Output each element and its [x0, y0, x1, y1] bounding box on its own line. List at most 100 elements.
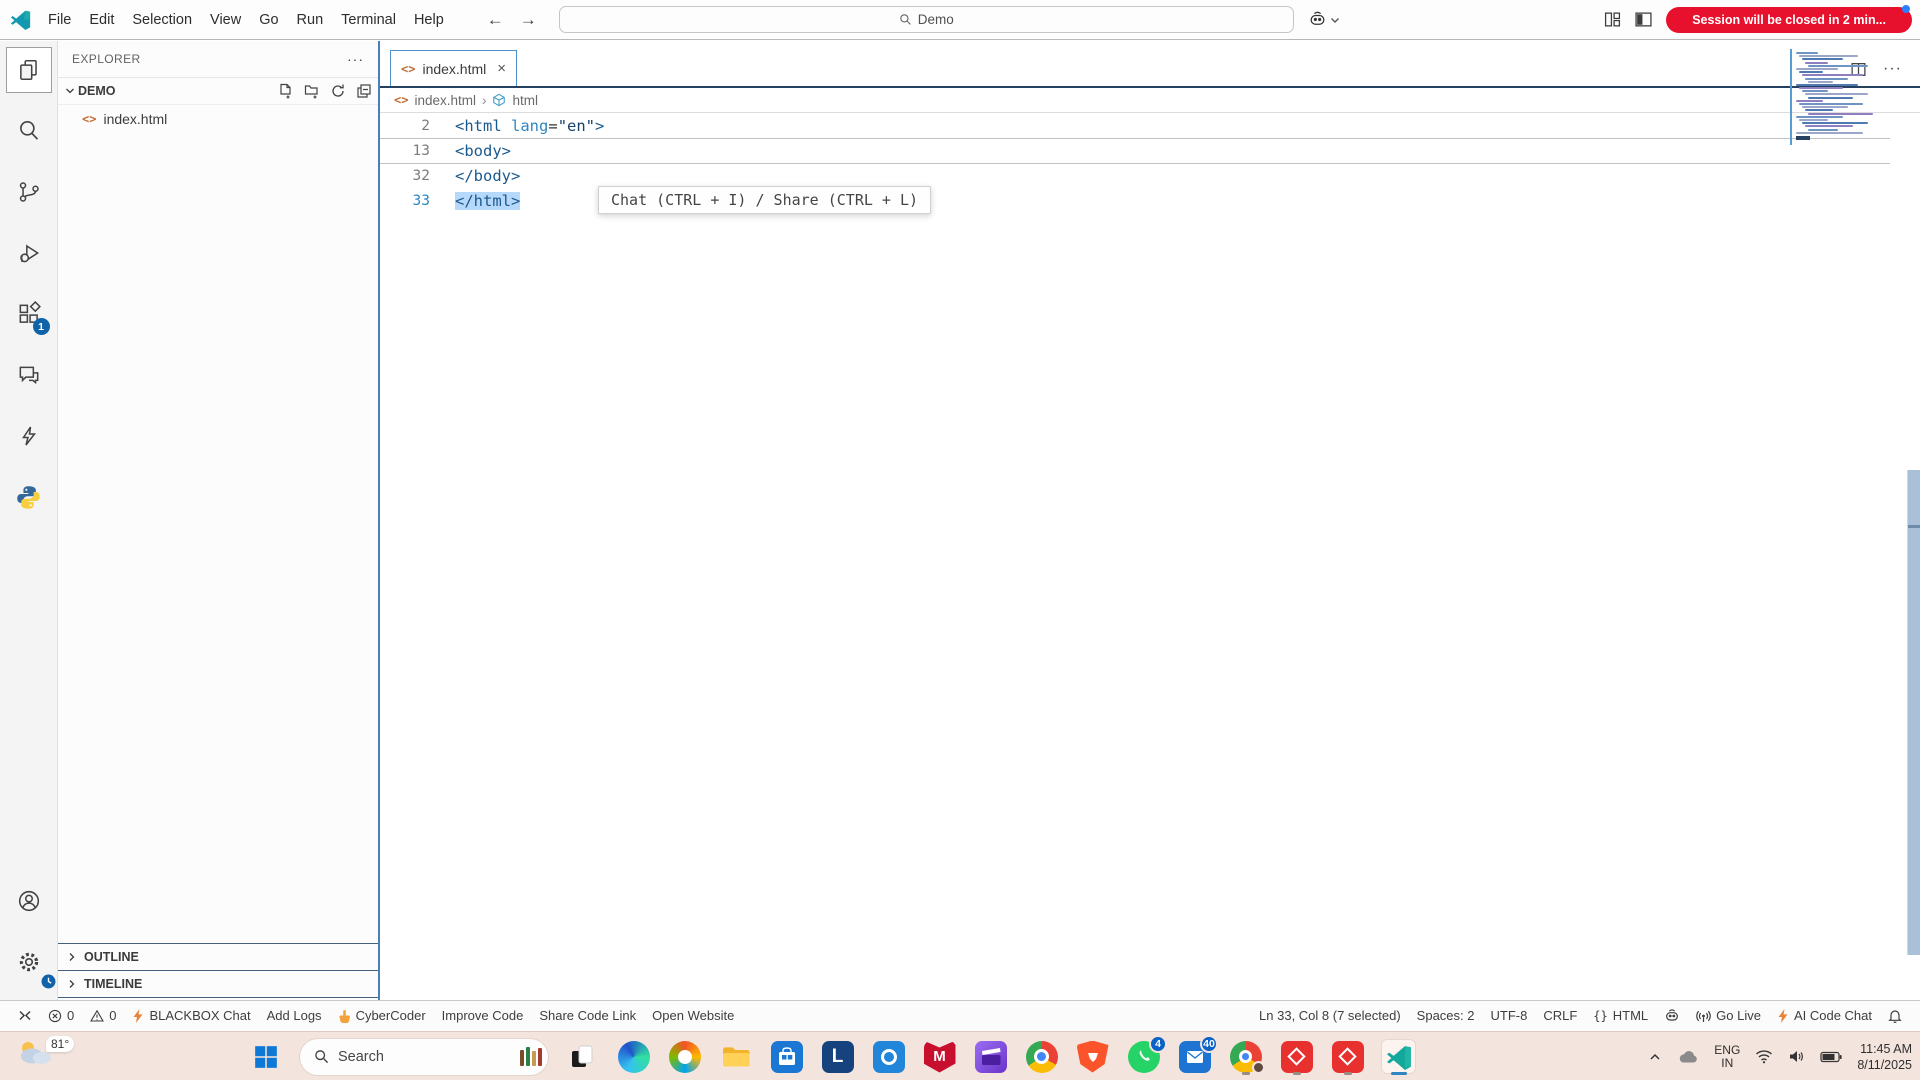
activity-run-debug[interactable] — [6, 230, 52, 276]
timeline-section[interactable]: TIMELINE — [58, 970, 378, 997]
new-file-icon[interactable] — [278, 83, 294, 99]
vscode-app[interactable] — [1381, 1039, 1416, 1074]
chrome-profile[interactable] — [1228, 1039, 1263, 1074]
activity-chat[interactable] — [6, 352, 52, 398]
activity-explorer[interactable] — [6, 47, 52, 93]
menu-terminal[interactable]: Terminal — [332, 8, 405, 32]
menu-go[interactable]: Go — [250, 8, 287, 32]
status-open-website[interactable]: Open Website — [644, 1008, 742, 1023]
minimap[interactable] — [1790, 49, 1886, 145]
activity-search[interactable] — [6, 108, 52, 154]
forward-arrow-icon[interactable]: → — [520, 10, 537, 30]
status-cursor-position[interactable]: Ln 33, Col 8 (7 selected) — [1251, 1008, 1409, 1023]
code-line-2[interactable]: 2<html lang="en"> — [380, 113, 1920, 138]
mail-app[interactable]: 40 — [1177, 1039, 1212, 1074]
code-line-13[interactable]: 13<body> — [380, 138, 1920, 163]
status-remote-indicator[interactable] — [10, 1009, 40, 1022]
tab-label: index.html — [422, 61, 486, 77]
inline-chat-hint-tooltip[interactable]: Chat (CTRL + I) / Share (CTRL + L) — [598, 186, 931, 214]
status-copilot-status[interactable] — [1656, 1008, 1688, 1024]
line-number[interactable]: 32 — [380, 168, 430, 184]
files-icon — [16, 57, 42, 83]
weather-widget[interactable]: 81° — [16, 1036, 74, 1066]
activity-bolt-extension[interactable] — [6, 413, 52, 459]
wifi-icon[interactable] — [1755, 1049, 1773, 1064]
file-item-index-html[interactable]: <> index.html — [58, 105, 378, 132]
status-blackbox-chat[interactable]: BLACKBOX Chat — [124, 1008, 258, 1023]
brave-browser[interactable] — [1075, 1039, 1110, 1074]
mcafee-app[interactable]: M — [922, 1039, 957, 1074]
menu-file[interactable]: File — [39, 8, 80, 32]
profile-overlay-icon — [1252, 1061, 1265, 1074]
app-red-diamond-2[interactable] — [1330, 1039, 1365, 1074]
status-ai-code-chat[interactable]: AI Code Chat — [1769, 1008, 1880, 1023]
activity-extensions[interactable]: 1 — [6, 291, 52, 337]
breadcrumb-symbol[interactable]: html — [512, 93, 538, 108]
microsoft-store[interactable] — [769, 1039, 804, 1074]
status-notifications-bell[interactable] — [1880, 1008, 1910, 1023]
outline-section[interactable]: OUTLINE — [58, 943, 378, 970]
new-folder-icon[interactable] — [304, 83, 320, 99]
collapse-all-icon[interactable] — [356, 83, 372, 99]
status-add-logs[interactable]: Add Logs — [259, 1008, 330, 1023]
file-explorer[interactable] — [718, 1039, 753, 1074]
toggle-sidebar-icon[interactable] — [1635, 11, 1652, 28]
onedrive-cloud-icon[interactable] — [1677, 1049, 1699, 1065]
movies-tv-app[interactable] — [973, 1039, 1008, 1074]
status-encoding[interactable]: UTF-8 — [1483, 1008, 1536, 1023]
breadcrumb-file[interactable]: index.html — [414, 93, 476, 108]
session-timeout-notification[interactable]: Session will be closed in 2 min... — [1666, 7, 1912, 33]
app-red-diamond-1[interactable] — [1279, 1039, 1314, 1074]
close-icon[interactable]: × — [497, 60, 506, 77]
back-arrow-icon[interactable]: ← — [487, 10, 504, 30]
volume-icon[interactable] — [1788, 1049, 1805, 1064]
command-center-search[interactable]: Demo — [559, 6, 1294, 33]
copilot-menu[interactable] — [1308, 10, 1340, 29]
session-notice-text: Session will be closed in 2 min... — [1692, 13, 1886, 27]
taskbar-search[interactable]: Search — [299, 1038, 549, 1076]
code-editor[interactable]: 2<html lang="en">13<body>32</body>33</ht… — [380, 113, 1920, 213]
chrome-browser[interactable] — [1024, 1039, 1059, 1074]
line-number[interactable]: 33 — [380, 193, 430, 209]
start-button[interactable] — [248, 1039, 283, 1074]
edge-browser[interactable] — [616, 1039, 651, 1074]
whatsapp-app[interactable]: 4 — [1126, 1039, 1161, 1074]
status-improve-code[interactable]: Improve Code — [434, 1008, 532, 1023]
tab-index-html[interactable]: <> index.html × — [390, 50, 517, 86]
app-l-tile[interactable]: L — [820, 1039, 855, 1074]
menu-edit[interactable]: Edit — [80, 8, 123, 32]
sidebar-more-actions[interactable]: ··· — [347, 51, 364, 67]
status-go-live[interactable]: Go Live — [1688, 1008, 1769, 1023]
status-cybercoder[interactable]: CyberCoder — [330, 1008, 434, 1023]
status-indentation[interactable]: Spaces: 2 — [1409, 1008, 1483, 1023]
history-arrows: ← → — [487, 10, 537, 30]
status-errors-count[interactable]: 0 — [40, 1008, 82, 1023]
line-number[interactable]: 2 — [380, 118, 430, 134]
refresh-icon[interactable] — [330, 83, 346, 99]
line-number[interactable]: 13 — [380, 143, 430, 159]
menu-selection[interactable]: Selection — [123, 8, 201, 32]
language-indicator[interactable]: ENG IN — [1714, 1044, 1740, 1070]
folder-section-header[interactable]: DEMO — [58, 77, 378, 105]
status-warnings-count[interactable]: 0 — [82, 1008, 124, 1023]
code-line-32[interactable]: 32</body> — [380, 163, 1920, 188]
customize-layout-icon[interactable] — [1604, 11, 1621, 28]
battery-icon[interactable] — [1820, 1051, 1842, 1063]
menu-view[interactable]: View — [201, 8, 250, 32]
status-eol-sequence[interactable]: CRLF — [1535, 1008, 1585, 1023]
settings-button[interactable] — [6, 939, 52, 985]
lang-line2: IN — [1721, 1056, 1733, 1070]
activity-python[interactable] — [6, 474, 52, 520]
page-scrollbar[interactable] — [1907, 470, 1920, 955]
clock[interactable]: 11:45 AM 8/11/2025 — [1857, 1041, 1912, 1073]
menu-run[interactable]: Run — [288, 8, 333, 32]
task-view-button[interactable] — [565, 1039, 600, 1074]
status-share-code-link[interactable]: Share Code Link — [531, 1008, 644, 1023]
menu-help[interactable]: Help — [405, 8, 453, 32]
activity-source-control[interactable] — [6, 169, 52, 215]
alexa-app[interactable] — [871, 1039, 906, 1074]
accounts-button[interactable] — [6, 878, 52, 924]
tray-chevron-up-icon[interactable] — [1648, 1050, 1662, 1064]
copilot-app[interactable] — [667, 1039, 702, 1074]
status-language-mode[interactable]: {}HTML — [1585, 1008, 1656, 1023]
